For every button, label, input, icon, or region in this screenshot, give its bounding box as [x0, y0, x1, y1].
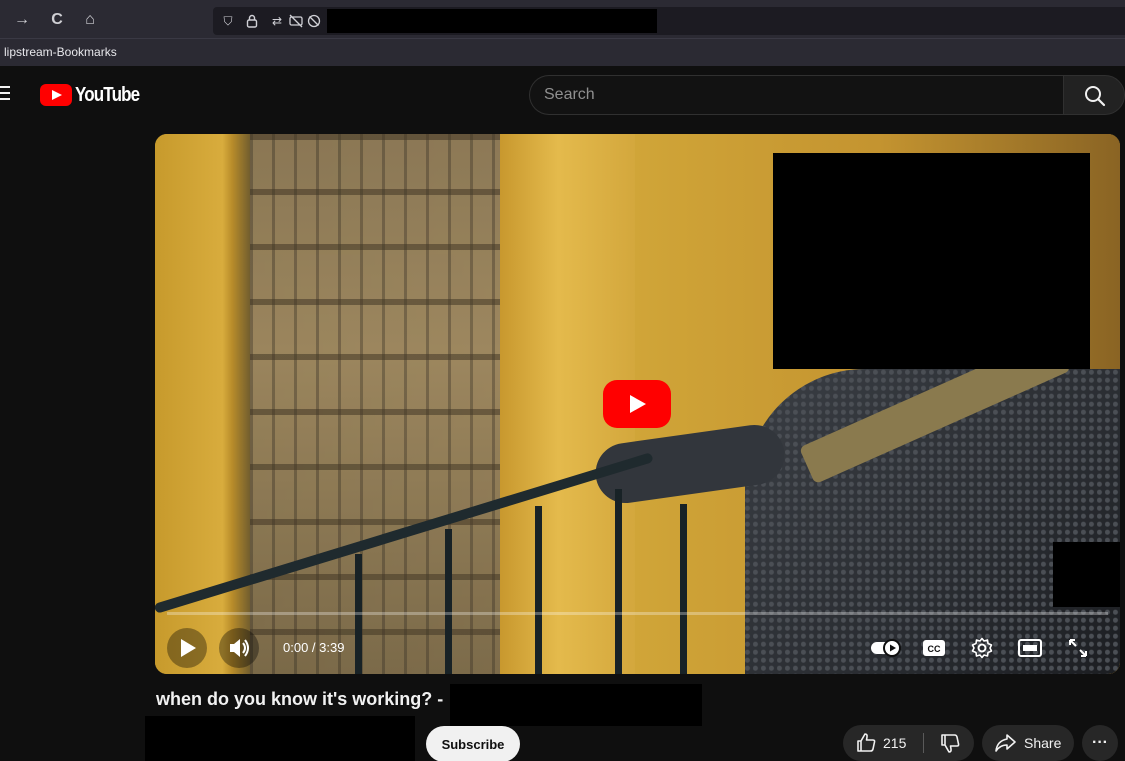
like-count: 215 [883, 735, 907, 751]
volume-button[interactable] [219, 628, 259, 668]
shield-icon[interactable]: ⛉ [221, 14, 235, 28]
more-actions-button[interactable]: ··· [1082, 725, 1118, 761]
share-label: Share [1024, 735, 1062, 751]
play-button[interactable] [167, 628, 207, 668]
reload-icon[interactable]: C [47, 10, 67, 30]
youtube-header: YouTube [0, 66, 1125, 128]
subscribe-button[interactable]: Subscribe [426, 726, 520, 761]
large-play-button[interactable] [603, 380, 671, 428]
redacted-region [773, 153, 1090, 369]
like-divider [923, 733, 924, 753]
youtube-logo-text: YouTube [75, 83, 140, 106]
search-icon [1085, 86, 1106, 107]
fullscreen-button[interactable] [1063, 634, 1093, 662]
bookmarks-toolbar: lipstream-Bookmarks [0, 38, 1125, 66]
forward-icon[interactable]: → [12, 10, 32, 30]
video-frame-building [250, 134, 530, 674]
search-button[interactable] [1063, 75, 1125, 115]
time-display: 0:00 / 3:39 [283, 640, 345, 655]
menu-icon[interactable] [0, 86, 14, 100]
youtube-play-logo-icon [40, 84, 72, 106]
miniplayer-button[interactable] [1015, 634, 1045, 662]
progress-bar[interactable] [167, 612, 1108, 615]
play-icon [181, 639, 196, 657]
lock-icon[interactable] [245, 14, 259, 28]
url-text-redacted[interactable] [327, 9, 657, 33]
autoplay-toggle[interactable] [869, 634, 905, 662]
address-bar[interactable]: ⛉ ⇄ [213, 7, 1125, 35]
video-player[interactable]: 0:00 / 3:39 CC [155, 134, 1120, 674]
video-title: when do you know it's working? - [156, 689, 444, 709]
browser-toolbar: → C ⌂ ⛉ ⇄ [0, 0, 1125, 38]
channel-info-redacted[interactable] [145, 716, 415, 761]
player-controls: 0:00 / 3:39 CC [155, 624, 1120, 674]
captions-icon: CC [923, 640, 945, 656]
share-button[interactable]: Share [982, 725, 1074, 761]
svg-text:CC: CC [928, 644, 941, 654]
search-box [529, 75, 1063, 115]
gear-icon [971, 637, 993, 659]
camera-blocked-icon[interactable] [289, 14, 303, 28]
like-dislike-group: 215 [843, 725, 974, 761]
like-button[interactable]: 215 [843, 725, 925, 761]
home-icon[interactable]: ⌂ [80, 10, 100, 30]
bookmark-item[interactable]: lipstream-Bookmarks [4, 45, 117, 59]
thumbs-up-icon [857, 733, 876, 752]
redacted-region [450, 684, 702, 726]
redacted-region [1053, 542, 1120, 607]
miniplayer-icon [1018, 639, 1042, 657]
settings-button[interactable] [967, 634, 997, 662]
youtube-logo[interactable]: YouTube [40, 84, 151, 106]
share-icon [995, 734, 1016, 752]
search-input[interactable] [544, 76, 1044, 114]
fullscreen-icon [1069, 639, 1087, 657]
permissions-icon[interactable]: ⇄ [269, 14, 285, 28]
more-actions-icon: ··· [1092, 734, 1108, 751]
microphone-blocked-icon[interactable] [307, 14, 321, 28]
captions-button[interactable]: CC [919, 634, 949, 662]
thumbs-down-icon [940, 734, 959, 753]
volume-icon [230, 639, 249, 657]
dislike-button[interactable] [925, 725, 974, 761]
autoplay-toggle-icon [871, 639, 901, 657]
